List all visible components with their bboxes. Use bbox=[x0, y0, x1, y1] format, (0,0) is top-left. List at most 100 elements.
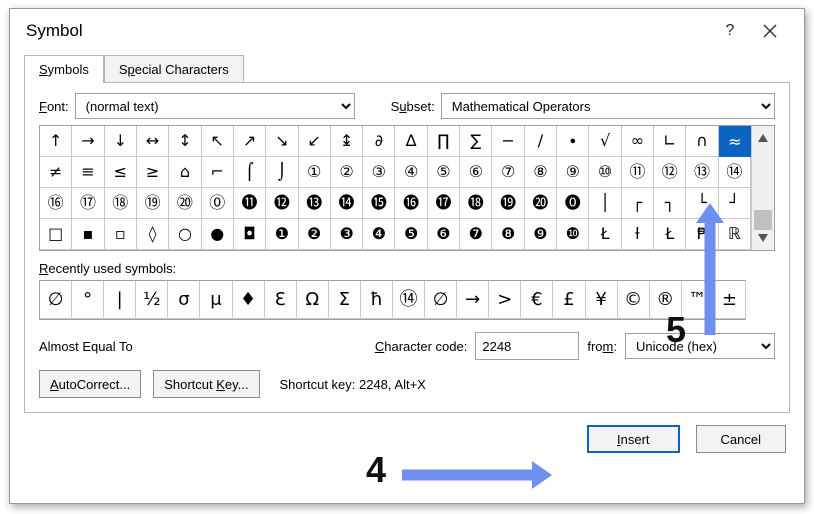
symbol-cell[interactable]: ↑ bbox=[40, 126, 72, 157]
symbol-cell[interactable]: □ bbox=[40, 219, 72, 250]
symbol-cell[interactable]: ⌠ bbox=[234, 157, 266, 188]
symbol-cell[interactable]: ⑤ bbox=[428, 157, 460, 188]
recent-symbol-cell[interactable]: ¥ bbox=[586, 281, 618, 319]
symbol-cell[interactable]: ❺ bbox=[395, 219, 427, 250]
scroll-track[interactable] bbox=[752, 150, 774, 226]
symbol-cell[interactable]: ↓ bbox=[105, 126, 137, 157]
symbol-cell[interactable]: ⓯ bbox=[363, 188, 395, 219]
symbol-cell[interactable]: ≈ bbox=[719, 126, 751, 157]
recent-symbol-cell[interactable]: Ω bbox=[297, 281, 329, 319]
symbol-cell[interactable]: ⑫ bbox=[654, 157, 686, 188]
recent-symbol-cell[interactable]: > bbox=[489, 281, 521, 319]
symbol-cell[interactable]: └ bbox=[686, 188, 718, 219]
symbol-cell[interactable]: ∆ bbox=[395, 126, 427, 157]
symbol-cell[interactable]: ⑱ bbox=[105, 188, 137, 219]
autocorrect-button[interactable]: AutoCorrect... bbox=[39, 370, 141, 398]
grid-scrollbar[interactable] bbox=[751, 126, 774, 250]
recent-symbol-cell[interactable]: £ bbox=[553, 281, 585, 319]
symbol-cell[interactable]: − bbox=[492, 126, 524, 157]
symbol-cell[interactable]: ⓰ bbox=[395, 188, 427, 219]
symbol-cell[interactable]: ⌐ bbox=[202, 157, 234, 188]
recent-symbol-cell[interactable]: ° bbox=[72, 281, 104, 319]
symbol-cell[interactable]: ⑦ bbox=[492, 157, 524, 188]
recent-symbol-cell[interactable]: Ɛ bbox=[265, 281, 297, 319]
recent-symbol-cell[interactable]: ® bbox=[650, 281, 682, 319]
symbol-cell[interactable]: ⑰ bbox=[72, 188, 104, 219]
recent-symbol-cell[interactable]: μ bbox=[200, 281, 232, 319]
symbol-cell[interactable]: ≡ bbox=[72, 157, 104, 188]
symbol-cell[interactable]: ⓿ bbox=[557, 188, 589, 219]
recent-symbol-cell[interactable]: ™ bbox=[682, 281, 714, 319]
recent-symbol-cell[interactable]: © bbox=[618, 281, 650, 319]
symbol-cell[interactable]: ⓭ bbox=[299, 188, 331, 219]
symbol-cell[interactable]: ⌡ bbox=[266, 157, 298, 188]
symbol-cell[interactable]: ❿ bbox=[557, 219, 589, 250]
symbol-cell[interactable]: ⑬ bbox=[686, 157, 718, 188]
symbol-cell[interactable]: ↘ bbox=[266, 126, 298, 157]
recent-symbol-cell[interactable]: ħ bbox=[361, 281, 393, 319]
symbol-grid[interactable]: ↑→↓↔↕↖↗↘↙↨∂∆∏∑−∕∙√∞∟∩≈≠≡≤≥⌂⌐⌠⌡①②③④⑤⑥⑦⑧⑨⑩… bbox=[40, 126, 751, 250]
symbol-cell[interactable]: ② bbox=[331, 157, 363, 188]
cancel-button[interactable]: Cancel bbox=[696, 425, 786, 453]
recent-symbol-cell[interactable]: ∅ bbox=[425, 281, 457, 319]
symbol-cell[interactable]: ∑ bbox=[460, 126, 492, 157]
symbol-cell[interactable]: ⑩ bbox=[589, 157, 621, 188]
symbol-cell[interactable]: ⓳ bbox=[492, 188, 524, 219]
symbol-cell[interactable]: │ bbox=[589, 188, 621, 219]
charcode-input[interactable] bbox=[475, 332, 579, 360]
close-button[interactable] bbox=[750, 19, 790, 43]
symbol-cell[interactable]: ❻ bbox=[428, 219, 460, 250]
recent-symbol-cell[interactable]: σ bbox=[168, 281, 200, 319]
recent-symbol-cell[interactable]: ± bbox=[714, 281, 746, 319]
recent-symbol-cell[interactable]: ⑭ bbox=[393, 281, 425, 319]
symbol-cell[interactable]: ❾ bbox=[525, 219, 557, 250]
subset-select[interactable]: Mathematical Operators bbox=[441, 93, 775, 119]
symbol-cell[interactable]: ∩ bbox=[686, 126, 718, 157]
symbol-cell[interactable]: ↔ bbox=[137, 126, 169, 157]
scroll-up[interactable] bbox=[752, 126, 774, 150]
from-select[interactable]: Unicode (hex) bbox=[625, 333, 775, 359]
insert-button[interactable]: Insert bbox=[587, 425, 680, 453]
font-select[interactable]: (normal text) bbox=[75, 93, 355, 119]
symbol-cell[interactable]: ≥ bbox=[137, 157, 169, 188]
symbol-cell[interactable]: ❼ bbox=[460, 219, 492, 250]
symbol-cell[interactable]: ❶ bbox=[266, 219, 298, 250]
symbol-cell[interactable]: ∏ bbox=[428, 126, 460, 157]
recent-symbol-cell[interactable]: → bbox=[457, 281, 489, 319]
symbol-cell[interactable]: ↙ bbox=[299, 126, 331, 157]
symbol-cell[interactable]: ≠ bbox=[40, 157, 72, 188]
symbol-cell[interactable]: ⑳ bbox=[169, 188, 201, 219]
symbol-cell[interactable]: ◘ bbox=[234, 219, 266, 250]
symbol-cell[interactable]: √ bbox=[589, 126, 621, 157]
symbol-cell[interactable]: ⑪ bbox=[622, 157, 654, 188]
scroll-thumb[interactable] bbox=[754, 210, 772, 230]
recent-symbol-cell[interactable]: ½ bbox=[136, 281, 168, 319]
symbol-cell[interactable]: ┐ bbox=[654, 188, 686, 219]
recent-symbol-cell[interactable]: ♦ bbox=[233, 281, 265, 319]
symbol-cell[interactable]: ❷ bbox=[299, 219, 331, 250]
symbol-cell[interactable]: ┘ bbox=[719, 188, 751, 219]
symbol-cell[interactable]: ⑥ bbox=[460, 157, 492, 188]
shortcut-key-button[interactable]: Shortcut Key... bbox=[153, 370, 259, 398]
recent-grid[interactable]: ∅°|½σμ♦ƐΩΣħ⑭∅→>€£¥©®™± bbox=[39, 280, 746, 320]
symbol-cell[interactable]: ▪ bbox=[72, 219, 104, 250]
symbol-cell[interactable]: ⓬ bbox=[266, 188, 298, 219]
symbol-cell[interactable]: ④ bbox=[395, 157, 427, 188]
recent-symbol-cell[interactable]: € bbox=[521, 281, 553, 319]
symbol-cell[interactable]: ⌂ bbox=[169, 157, 201, 188]
symbol-cell[interactable]: ⑲ bbox=[137, 188, 169, 219]
symbol-cell[interactable]: ↕ bbox=[169, 126, 201, 157]
symbol-cell[interactable]: ⓫ bbox=[234, 188, 266, 219]
symbol-cell[interactable]: Ł bbox=[654, 219, 686, 250]
recent-symbol-cell[interactable]: ∅ bbox=[40, 281, 72, 319]
symbol-cell[interactable]: ⓮ bbox=[331, 188, 363, 219]
symbol-cell[interactable]: ∞ bbox=[622, 126, 654, 157]
tab-special-characters[interactable]: Special Characters bbox=[104, 55, 244, 83]
symbol-cell[interactable]: ⓪ bbox=[202, 188, 234, 219]
symbol-cell[interactable]: → bbox=[72, 126, 104, 157]
symbol-cell[interactable]: ⑭ bbox=[719, 157, 751, 188]
symbol-cell[interactable]: ③ bbox=[363, 157, 395, 188]
symbol-cell[interactable]: ↖ bbox=[202, 126, 234, 157]
symbol-cell[interactable]: ∂ bbox=[363, 126, 395, 157]
symbol-cell[interactable]: ❸ bbox=[331, 219, 363, 250]
